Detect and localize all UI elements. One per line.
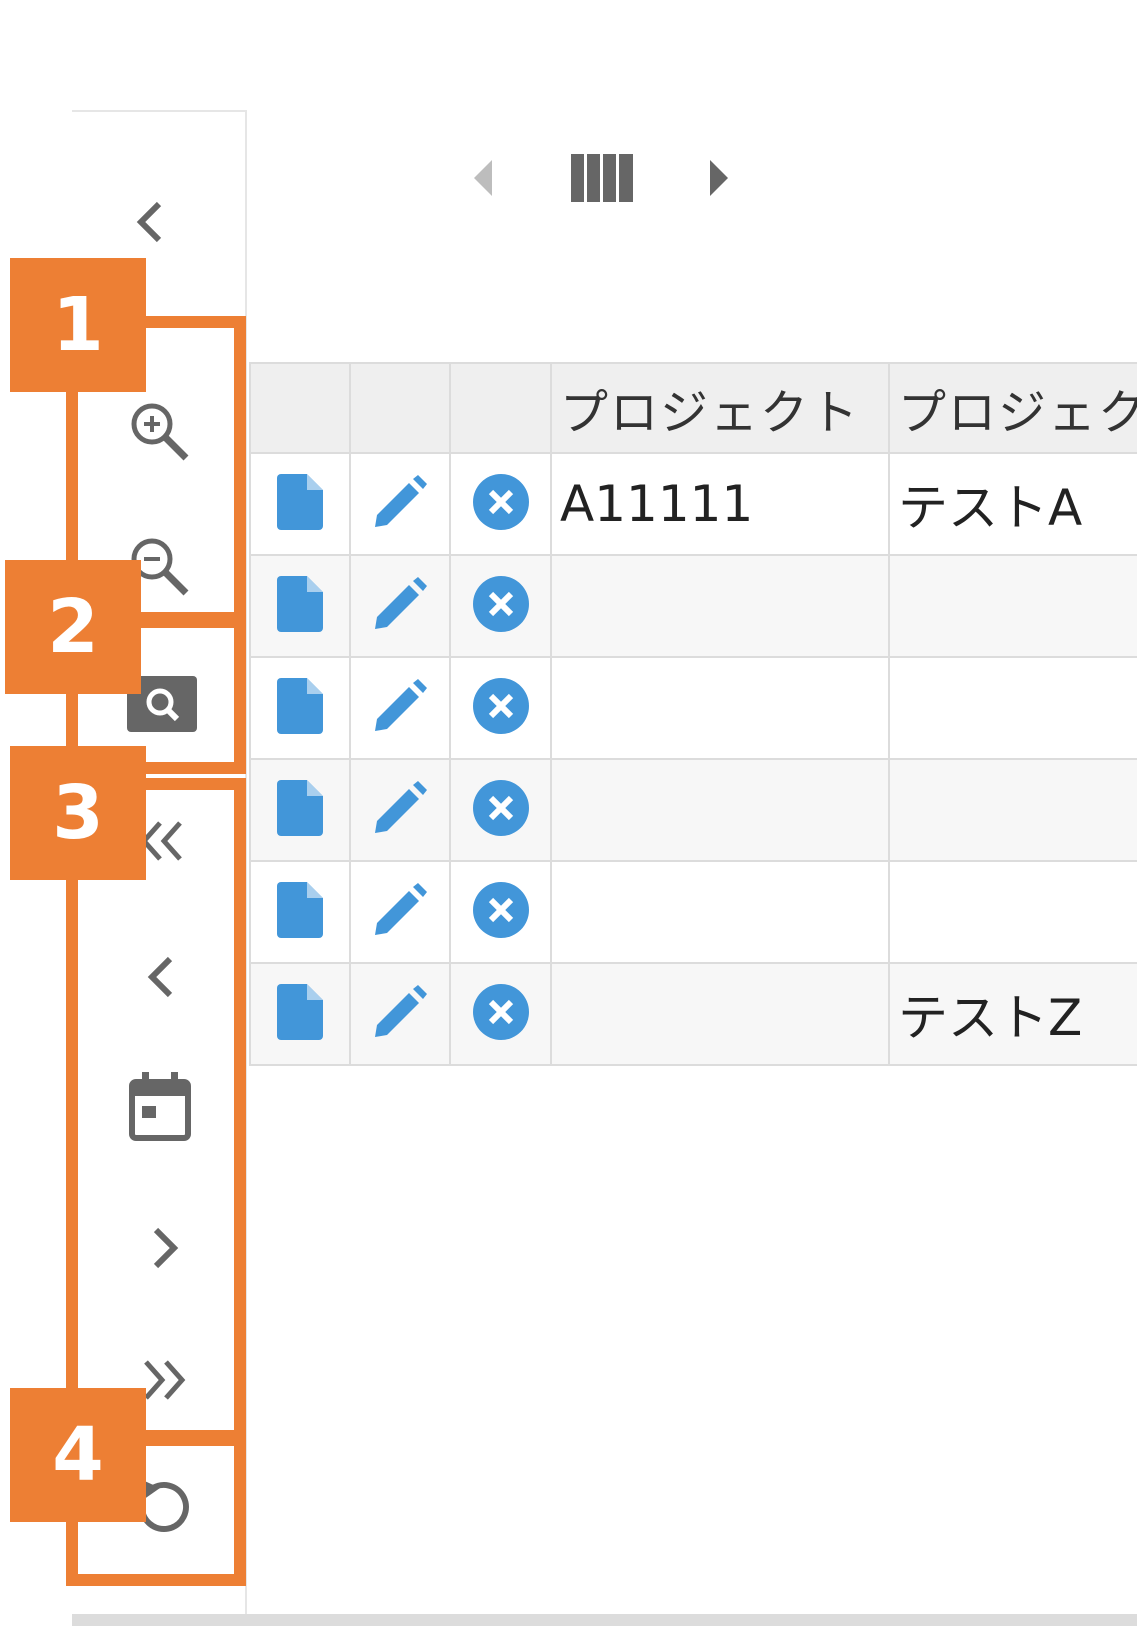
delete-circle-icon[interactable] (472, 576, 529, 636)
row-action-cell[interactable] (349, 758, 451, 862)
caret-right-icon[interactable] (708, 160, 728, 196)
row-action-cell[interactable] (449, 656, 552, 760)
pencil-icon[interactable] (373, 985, 427, 1043)
project-code-cell[interactable]: A11111 (550, 452, 890, 556)
row-action-cell[interactable] (449, 452, 552, 556)
file-icon[interactable] (277, 576, 323, 636)
project-name-cell[interactable]: テストZ (888, 962, 1137, 1066)
caret-left-icon[interactable] (474, 160, 494, 196)
row-action-cell[interactable] (349, 962, 451, 1066)
table-row[interactable]: テストZ (249, 962, 1137, 1066)
row-action-cell[interactable] (249, 962, 351, 1066)
project-name-cell[interactable]: テストA (888, 452, 1137, 556)
row-action-cell[interactable] (449, 860, 552, 964)
data-grid: プロジェクト プロジェクト A11111テストA テストZ (249, 362, 1137, 1066)
row-action-cell[interactable] (449, 554, 552, 658)
project-code-cell[interactable] (550, 860, 890, 964)
callout-label-4: 4 (10, 1388, 146, 1522)
project-name-cell[interactable] (888, 554, 1137, 658)
file-icon[interactable] (277, 678, 323, 738)
row-action-cell[interactable] (349, 860, 451, 964)
callout-label-3: 3 (10, 746, 146, 880)
row-action-cell[interactable] (249, 656, 351, 760)
grid-header-row: プロジェクト プロジェクト (249, 362, 1137, 454)
table-row[interactable] (249, 656, 1137, 760)
pencil-icon[interactable] (373, 577, 427, 635)
file-icon[interactable] (277, 780, 323, 840)
header-action-col (449, 362, 552, 454)
header-project-code[interactable]: プロジェクト (550, 362, 890, 454)
table-row[interactable] (249, 758, 1137, 862)
table-row[interactable] (249, 554, 1137, 658)
table-row[interactable]: A11111 テストA (249, 452, 1137, 556)
columns-icon[interactable] (571, 154, 633, 202)
table-row[interactable] (249, 860, 1137, 964)
row-action-cell[interactable] (349, 554, 451, 658)
project-code-cell[interactable] (550, 758, 890, 862)
pencil-icon[interactable] (373, 475, 427, 533)
row-action-cell[interactable] (349, 452, 451, 556)
header-action-col (249, 362, 351, 454)
row-action-cell[interactable] (449, 962, 552, 1066)
row-action-cell[interactable] (249, 860, 351, 964)
row-action-cell[interactable] (449, 758, 552, 862)
pencil-icon[interactable] (373, 883, 427, 941)
file-icon[interactable] (277, 474, 323, 534)
file-icon[interactable] (277, 882, 323, 942)
header-action-col (349, 362, 451, 454)
horizontal-scrollbar[interactable] (72, 1614, 1137, 1626)
project-name-cell[interactable] (888, 758, 1137, 862)
pencil-icon[interactable] (373, 679, 427, 737)
callout-label-2: 2 (5, 560, 141, 694)
project-name-cell[interactable] (888, 860, 1137, 964)
row-action-cell[interactable] (249, 554, 351, 658)
row-action-cell[interactable] (249, 758, 351, 862)
project-name-cell[interactable] (888, 656, 1137, 760)
delete-circle-icon[interactable] (472, 474, 529, 534)
delete-circle-icon[interactable] (472, 984, 529, 1044)
callout-label-1: 1 (10, 258, 146, 392)
file-icon[interactable] (277, 984, 323, 1044)
chevron-left-icon[interactable] (131, 198, 171, 246)
row-action-cell[interactable] (249, 452, 351, 556)
pencil-icon[interactable] (373, 781, 427, 839)
header-project-name[interactable]: プロジェクト (888, 362, 1137, 454)
delete-circle-icon[interactable] (472, 678, 529, 738)
delete-circle-icon[interactable] (472, 780, 529, 840)
project-code-cell[interactable] (550, 554, 890, 658)
delete-circle-icon[interactable] (472, 882, 529, 942)
project-code-cell[interactable] (550, 656, 890, 760)
row-action-cell[interactable] (349, 656, 451, 760)
project-code-cell[interactable] (550, 962, 890, 1066)
